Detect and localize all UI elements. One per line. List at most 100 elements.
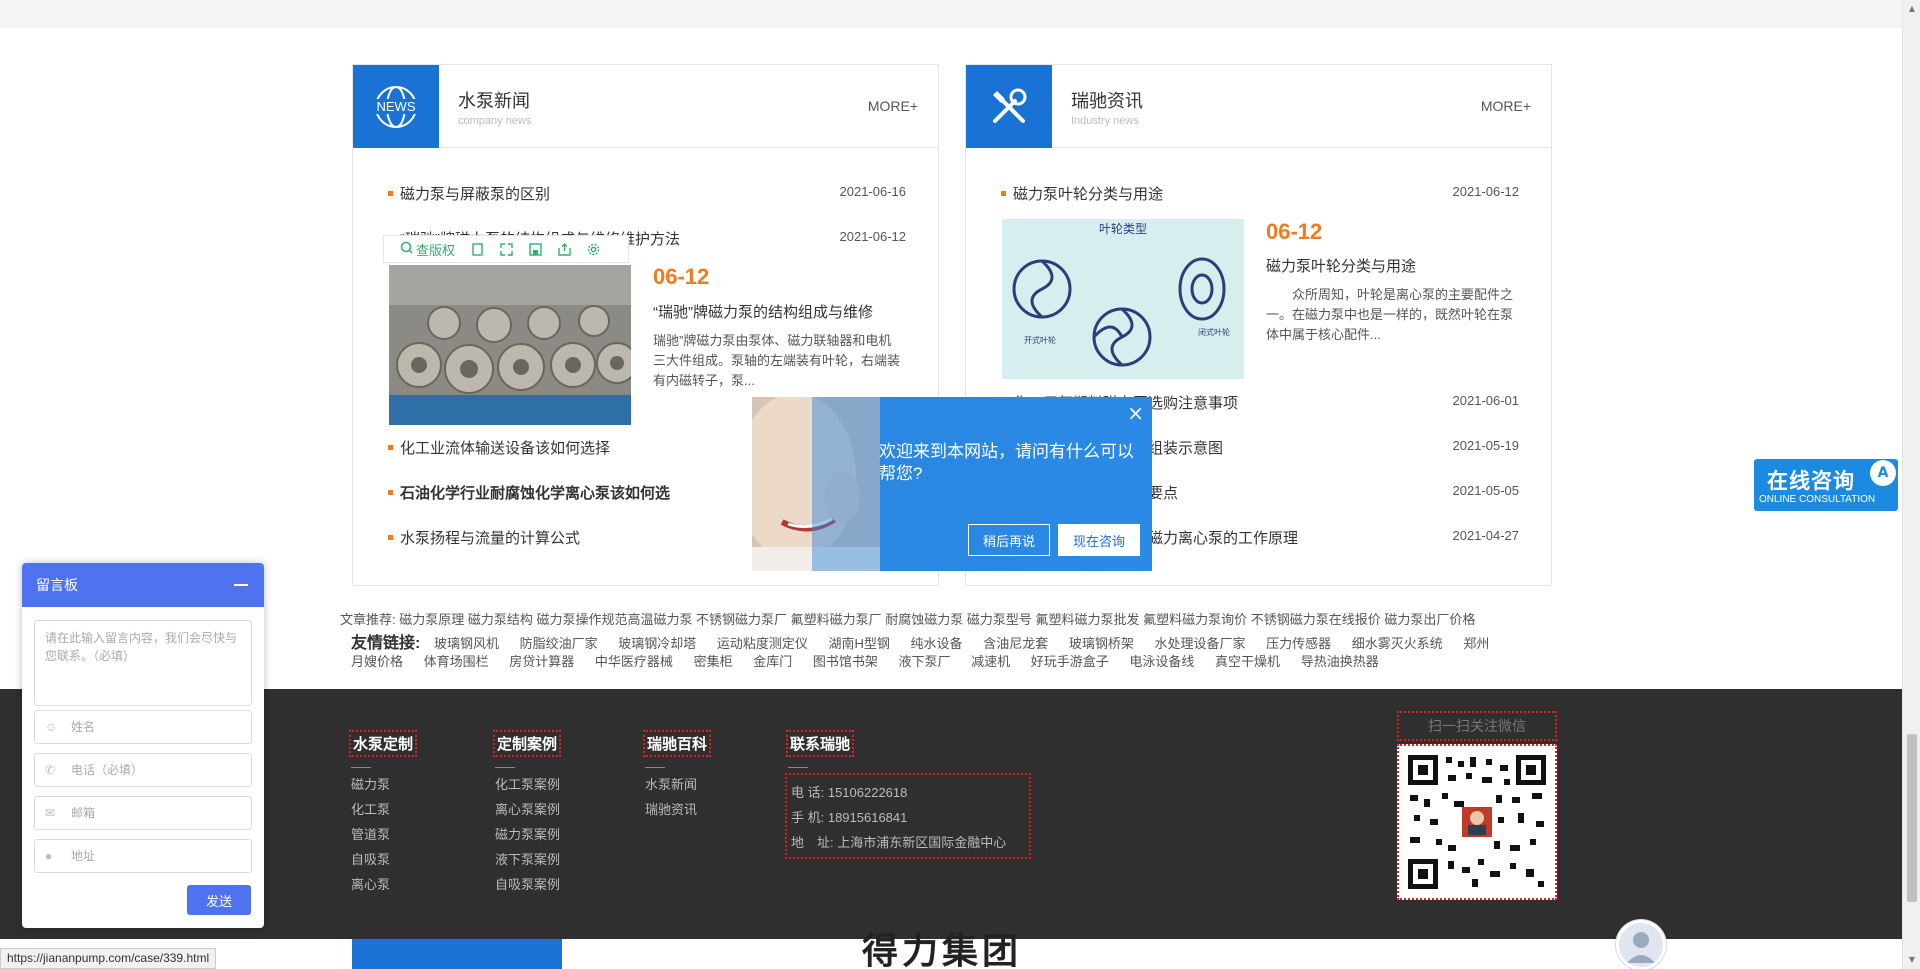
name-field[interactable]: ☺ 姓名 (34, 710, 252, 744)
news-title[interactable]: 磁力泵叶轮分类与用途 (1013, 183, 1163, 204)
panel-title[interactable]: 水泵新闻 (458, 87, 530, 113)
friend-link[interactable]: 好玩手游盒子 (1031, 654, 1109, 669)
wechat-qr-code (1397, 744, 1557, 900)
news-title[interactable]: 水泵扬程与流量的计算公式 (400, 527, 580, 548)
later-button[interactable]: 稍后再说 (968, 524, 1050, 556)
site-footer: 水泵定制 磁力泵 化工泵 管道泵 自吸泵 离心泵 定制案例 化工泵案例 离心泵案… (0, 689, 1902, 939)
friend-link[interactable]: 导热油换热器 (1301, 654, 1379, 669)
friend-link[interactable]: 减速机 (971, 654, 1010, 669)
send-button[interactable]: 发送 (187, 885, 251, 915)
friend-link[interactable]: 玻璃钢冷却塔 (618, 636, 696, 651)
friend-link[interactable]: 密集柜 (694, 654, 733, 669)
friend-link[interactable]: 水处理设备厂家 (1154, 636, 1245, 651)
panel-title[interactable]: 瑞驰资讯 (1071, 87, 1143, 113)
friend-link[interactable]: 月嫂价格 (351, 654, 403, 669)
friend-links-row: 友情链接: 玻璃钢风机 防脂绞油厂家 玻璃钢冷却塔 运动粘度测定仪 湖南H型钢 … (351, 629, 1506, 653)
more-link[interactable]: MORE+ (868, 98, 918, 114)
scrollbar-thumb[interactable] (1907, 734, 1917, 902)
scroll-up-icon[interactable]: ▲ (1903, 0, 1920, 18)
friend-link[interactable]: 房贷计算器 (509, 654, 574, 669)
footer-link[interactable]: 自吸泵 (351, 852, 417, 868)
friend-link[interactable]: 防脂绞油厂家 (520, 636, 598, 651)
friend-link[interactable]: 真空干燥机 (1215, 654, 1280, 669)
friend-link[interactable]: 细水雾灭火系统 (1352, 636, 1443, 651)
news-date: 2021-05-19 (1452, 438, 1520, 453)
friend-link[interactable]: 图书馆书架 (813, 654, 878, 669)
friend-link[interactable]: 郑州 (1463, 636, 1489, 651)
email-field[interactable]: ✉ 邮箱 (34, 796, 252, 830)
settings-gear-icon[interactable] (579, 236, 608, 262)
footer-link[interactable]: 液下泵案例 (495, 852, 561, 868)
name-placeholder: 姓名 (71, 720, 96, 734)
copy-icon[interactable] (463, 236, 492, 262)
friend-link[interactable]: 金库门 (753, 654, 792, 669)
more-link[interactable]: MORE+ (1481, 98, 1531, 114)
news-title[interactable]: 化工业流体输送设备该如何选择 (400, 437, 610, 458)
feature-image-impellers[interactable]: 叶轮类型 开式叶轮 闭式叶轮 (1002, 219, 1244, 379)
footer-link[interactable]: 化工泵 (351, 802, 417, 818)
svg-text:开式叶轮: 开式叶轮 (1024, 335, 1056, 345)
footer-link[interactable]: 自吸泵案例 (495, 877, 561, 893)
divider (788, 767, 808, 768)
copyright-check-button[interactable]: 查版权 (392, 236, 463, 262)
friend-link[interactable]: 中华医疗器械 (595, 654, 673, 669)
feature-date: 06-12 (653, 264, 710, 289)
message-content-input[interactable]: 请在此输入留言内容，我们会尽快与您联系。（必填） (34, 620, 252, 706)
minimize-icon[interactable] (234, 584, 248, 586)
phone-field[interactable]: ✆ 电话（必填） (34, 753, 252, 787)
friend-link[interactable]: 运动粘度测定仪 (717, 636, 808, 651)
news-title[interactable]: 石油化学行业耐腐蚀化学离心泵该如何选 (400, 482, 670, 503)
footer-col-contact: 联系瑞驰 (786, 730, 855, 768)
share-icon[interactable] (550, 236, 579, 262)
footer-link[interactable]: 磁力泵 (351, 777, 417, 793)
friend-links-label: 友情链接: (351, 635, 421, 652)
footer-link[interactable]: 水泵新闻 (645, 777, 711, 793)
friend-link[interactable]: 液下泵厂 (898, 654, 950, 669)
vertical-scrollbar[interactable]: ▲ ▼ (1902, 0, 1920, 969)
phone-placeholder: 电话（必填） (71, 763, 144, 777)
news-globe-icon: NEWS (353, 65, 439, 148)
friend-link[interactable]: 纯水设备 (911, 636, 963, 651)
address-field[interactable]: ● 地址 (34, 839, 252, 873)
divider (351, 767, 371, 768)
footer-link[interactable]: 离心泵 (351, 877, 417, 893)
support-agent-photo (752, 397, 880, 571)
footer-col-pumps: 水泵定制 磁力泵 化工泵 管道泵 自吸泵 离心泵 (349, 730, 418, 893)
friend-link[interactable]: 体育场围栏 (424, 654, 489, 669)
news-title[interactable]: 磁力泵与屏蔽泵的区别 (400, 183, 550, 204)
friend-link[interactable]: 电泳设备线 (1129, 654, 1194, 669)
svg-text:叶轮类型: 叶轮类型 (1099, 222, 1147, 236)
article-recommend-links[interactable]: 文章推荐: 磁力泵原理 磁力泵结构 磁力泵操作规范高温磁力泵 不锈钢磁力泵厂 氟… (340, 609, 1475, 628)
news-date: 2021-06-12 (839, 229, 907, 244)
feature-title[interactable]: 磁力泵叶轮分类与用途 (1266, 255, 1416, 276)
welcome-dialog: × 欢迎来到本网站，请问有什么可以帮您? 稍后再说 现在咨询 (752, 397, 1152, 571)
service-avatar-icon[interactable] (1616, 920, 1666, 969)
svg-text:NEWS: NEWS (377, 99, 416, 114)
scroll-down-icon[interactable]: ▼ (1903, 951, 1920, 969)
feature-desc: 瑞驰”牌磁力泵由泵体、磁力联轴器和电机三大件组成。泵轴的左端装有叶轮，右端装有内… (653, 333, 901, 388)
consult-now-button[interactable]: 现在咨询 (1058, 524, 1140, 556)
panel-header: 瑞驰资讯 Industry news MORE+ (966, 65, 1551, 148)
feature-image-pumps[interactable] (389, 265, 631, 425)
close-icon[interactable]: × (1127, 403, 1144, 423)
friend-link[interactable]: 湖南H型钢 (829, 636, 890, 651)
footer-link[interactable]: 管道泵 (351, 827, 417, 843)
news-date: 2021-06-12 (1452, 184, 1520, 199)
save-icon[interactable] (521, 236, 550, 262)
friend-link[interactable]: 压力传感器 (1266, 636, 1331, 651)
expand-icon[interactable] (492, 236, 521, 262)
online-consult-button[interactable]: 在线咨询 ONLINE CONSULTATION A (1754, 459, 1898, 511)
feature-title[interactable]: “瑞驰”牌磁力泵的结构组成与维修 (653, 301, 873, 322)
footer-link[interactable]: 化工泵案例 (495, 777, 561, 793)
friend-link[interactable]: 玻璃钢桥架 (1069, 636, 1134, 651)
footer-link[interactable]: 离心泵案例 (495, 802, 561, 818)
divider (495, 767, 515, 768)
panel-header: NEWS 水泵新闻 company news MORE+ (353, 65, 938, 148)
friend-link[interactable]: 玻璃钢风机 (434, 636, 499, 651)
news-item[interactable]: 磁力泵与屏蔽泵的区别 2021-06-16 (388, 183, 906, 205)
news-item[interactable]: 磁力泵叶轮分类与用途 2021-06-12 (1001, 183, 1519, 205)
footer-link[interactable]: 磁力泵案例 (495, 827, 561, 843)
footer-link[interactable]: 瑞驰资讯 (645, 802, 711, 818)
group-name: 得力集团 (862, 930, 1023, 969)
friend-link[interactable]: 含油尼龙套 (983, 636, 1048, 651)
